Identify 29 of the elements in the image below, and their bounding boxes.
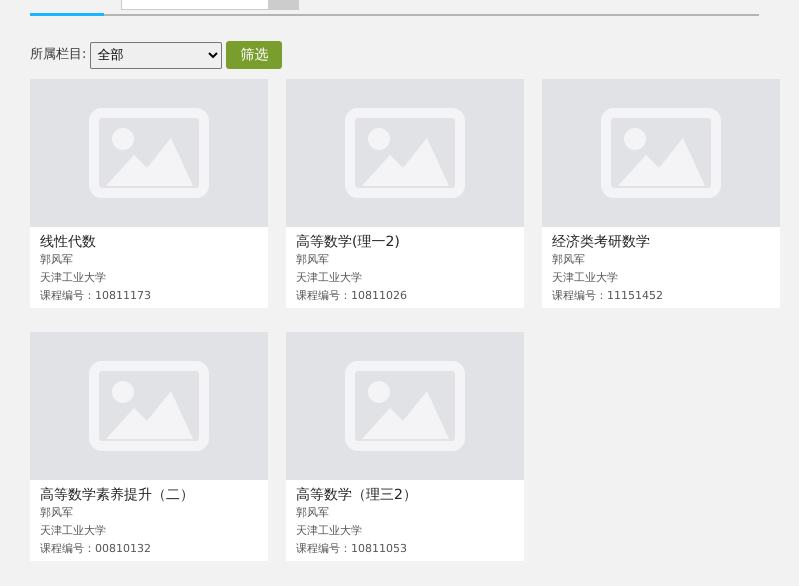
course-title[interactable]: 经济类考研数学 — [552, 233, 770, 251]
course-title[interactable]: 高等数学（理三2） — [296, 486, 514, 504]
course-card[interactable]: 高等数学（理三2） 郭风军 天津工业大学 课程编号：10811053 — [286, 332, 524, 561]
course-code: 课程编号：00810132 — [40, 541, 152, 557]
filter-label: 所属栏目: — [30, 46, 86, 64]
teacher-name: 郭风军 — [296, 252, 330, 268]
course-card[interactable]: 高等数学(理一2) 郭风军 天津工业大学 课程编号：10811026 — [286, 79, 524, 308]
teacher-name: 郭风军 — [40, 252, 74, 268]
teacher-name: 郭风军 — [296, 505, 330, 521]
category-dropdown[interactable]: 全部 — [90, 42, 222, 68]
course-card[interactable]: 线性代数 郭风军 天津工业大学 课程编号：10811173 — [30, 79, 268, 308]
course-title[interactable]: 高等数学(理一2) — [296, 233, 514, 251]
teacher-name: 郭风军 — [552, 252, 586, 268]
course-code: 课程编号：10811026 — [296, 288, 408, 304]
course-title[interactable]: 高等数学素养提升（二） — [40, 486, 258, 504]
school-name: 天津工业大学 — [40, 270, 107, 286]
teacher-name: 郭风军 — [40, 505, 74, 521]
course-card[interactable]: 高等数学素养提升（二） 郭风军 天津工业大学 课程编号：00810132 — [30, 332, 268, 561]
school-name: 天津工业大学 — [552, 270, 619, 286]
tab-underline[interactable] — [30, 13, 104, 16]
course-code: 课程编号：10811173 — [40, 288, 152, 304]
school-name: 天津工业大学 — [40, 523, 107, 539]
school-name: 天津工业大学 — [296, 523, 363, 539]
course-code: 课程编号：11151452 — [552, 288, 664, 304]
course-code: 课程编号：10811053 — [296, 541, 408, 557]
course-card[interactable]: 经济类考研数学 郭风军 天津工业大学 课程编号：11151452 — [542, 79, 780, 308]
course-title[interactable]: 线性代数 — [40, 233, 258, 251]
school-name: 天津工业大学 — [296, 270, 363, 286]
term-dropdown[interactable] — [121, 0, 299, 10]
